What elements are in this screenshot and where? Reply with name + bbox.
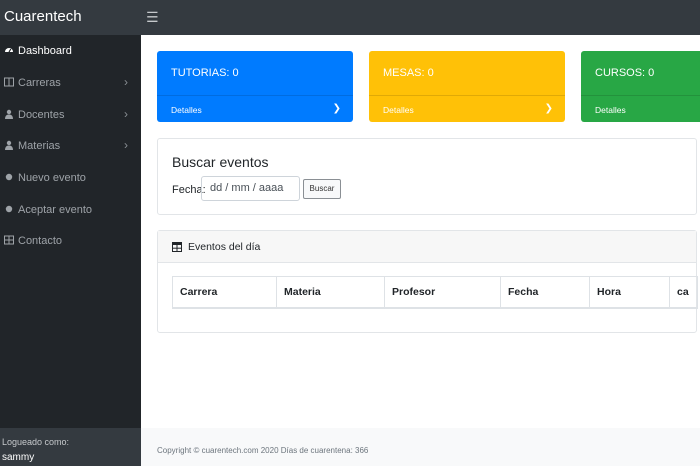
events-title: Eventos del día	[188, 241, 261, 253]
sidebar-item-label: Docentes	[18, 109, 65, 121]
username: sammy	[2, 452, 35, 463]
chevron-right-icon: ›	[124, 138, 128, 152]
chevron-right-icon: ❯	[544, 103, 553, 114]
search-title: Buscar eventos	[172, 154, 269, 170]
sidebar-item-dashboard[interactable]: Dashboard	[0, 36, 141, 66]
chevron-right-icon: ›	[124, 75, 128, 89]
sidebar-item-contacto[interactable]: Contacto	[0, 226, 141, 256]
date-input[interactable]: dd / mm / aaaa	[201, 176, 300, 201]
card-title: MESAS: 0	[383, 67, 434, 79]
column-header: Profesor	[384, 276, 501, 309]
sidebar-item-nuevo-evento[interactable]: Nuevo evento	[0, 163, 141, 193]
sidebar-item-label: Aceptar evento	[18, 204, 92, 216]
columns-icon	[4, 77, 14, 87]
sidebar-item-label: Nuevo evento	[18, 172, 86, 184]
table-icon	[172, 242, 182, 252]
sidebar-item-label: Dashboard	[18, 45, 72, 57]
card-details-link[interactable]: Detalles ❯	[157, 95, 353, 122]
sidebar-item-aceptar-evento[interactable]: Aceptar evento	[0, 195, 141, 225]
search-button[interactable]: Buscar	[303, 179, 341, 199]
chevron-right-icon: ›	[124, 107, 128, 121]
column-header: ca	[669, 276, 698, 309]
column-header: Hora	[589, 276, 670, 309]
top-navbar: Cuarentech ☰	[0, 0, 700, 35]
column-header: Carrera	[172, 276, 277, 309]
sidebar-item-label: Materias	[18, 140, 61, 152]
user-icon	[5, 109, 13, 119]
chevron-right-icon: ❯	[332, 103, 341, 114]
page-footer: Copyright © cuarentech.com 2020 Días de …	[141, 428, 700, 466]
card-details-link[interactable]: Detalles ❯	[369, 95, 565, 122]
card-details-label: Detalles	[171, 105, 202, 115]
events-header: Eventos del día	[158, 231, 696, 263]
brand-logo[interactable]: Cuarentech	[4, 8, 82, 25]
events-panel: Eventos del día Carrera Materia Profesor…	[157, 230, 698, 333]
sidebar-item-label: Contacto	[18, 235, 63, 247]
card-tutorias: TUTORIAS: 0 Detalles ❯	[157, 51, 353, 122]
card-title: TUTORIAS: 0	[171, 67, 239, 79]
dot-icon	[5, 173, 13, 181]
column-header: Fecha	[500, 276, 590, 309]
columns-icon	[4, 235, 14, 245]
table-header-row: Carrera Materia Profesor Fecha Hora ca	[172, 276, 698, 309]
copyright-text: Copyright © cuarentech.com 2020 Días de …	[157, 446, 369, 455]
events-table: Carrera Materia Profesor Fecha Hora ca	[172, 276, 698, 309]
sidebar-item-label: Carreras	[18, 77, 61, 89]
column-header: Materia	[276, 276, 385, 309]
sidebar-item-docentes[interactable]: Docentes ›	[0, 100, 141, 130]
menu-toggle-icon[interactable]: ☰	[146, 9, 159, 25]
dashboard-icon	[5, 48, 13, 53]
card-cursos: CURSOS: 0 Detalles	[581, 51, 700, 122]
sidebar-item-materias[interactable]: Materias ›	[0, 131, 141, 161]
dot-icon	[5, 205, 13, 213]
card-details-link[interactable]: Detalles	[581, 95, 700, 122]
card-title: CURSOS: 0	[595, 67, 655, 79]
logged-in-label: Logueado como:	[2, 437, 70, 447]
sidebar: Dashboard Carreras › Docentes › Materias…	[0, 35, 141, 466]
sidebar-footer: Logueado como: sammy	[0, 428, 141, 466]
user-icon	[5, 140, 13, 150]
card-details-label: Detalles	[383, 105, 414, 115]
search-panel: Buscar eventos Fecha: dd / mm / aaaa Bus…	[157, 138, 697, 215]
card-mesas: MESAS: 0 Detalles ❯	[369, 51, 565, 122]
card-details-label: Detalles	[595, 105, 626, 115]
sidebar-item-carreras[interactable]: Carreras ›	[0, 68, 141, 98]
